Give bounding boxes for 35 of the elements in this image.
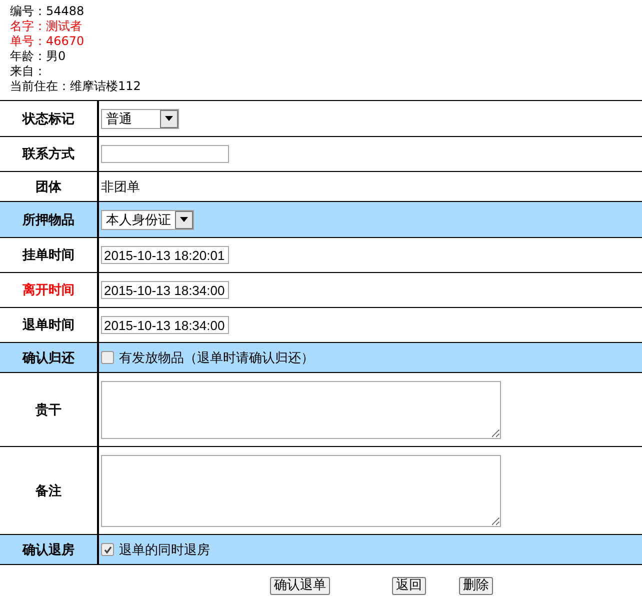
info-line: 当前住在：维摩诘楼112 [10,79,142,94]
caret-icon [160,110,178,128]
text-area[interactable] [101,454,501,526]
field-label: 团体 [36,178,62,196]
action-button[interactable]: 删除 [459,577,493,595]
info-line: 年龄：男0 [10,49,67,64]
field-label: 所押物品 [22,212,74,228]
field-label: 联系方式 [22,146,74,163]
field-label: 确认归还 [22,350,74,366]
info-line: 编号：54488 [10,4,86,19]
input-field[interactable]: 2015-10-13 18:34:00 [101,281,229,299]
field-label: 挂单时间 [22,247,74,264]
field-label: 备注 [36,482,62,500]
input-field[interactable]: 2015-10-13 18:34:00 [101,316,229,334]
info-line: 来自： [10,64,47,79]
field-label: 状态标记 [22,110,74,128]
field-value: 非团单 [101,178,140,196]
field-label: 离开时间 [22,282,74,299]
input-field[interactable] [101,145,229,163]
caret-icon [175,210,193,228]
checkbox[interactable] [101,351,114,364]
action-button[interactable]: 返回 [392,577,426,595]
checkbox-label: 有发放物品（退单时请确认归还） [119,350,314,366]
checkbox-label: 退单的同时退房 [119,542,210,558]
info-line: 单号：46670 [10,34,86,49]
checkbox[interactable] [101,543,114,556]
input-field[interactable]: 2015-10-13 18:20:01 [101,246,229,264]
dropdown[interactable]: 普通 [101,108,179,128]
info-line: 名字：测试者 [10,19,83,34]
field-label: 贵干 [36,402,62,418]
field-label: 退单时间 [22,316,74,334]
dropdown[interactable]: 本人身份证 [101,210,194,230]
text-area[interactable] [101,380,501,438]
action-button[interactable]: 确认退单 [270,577,330,595]
field-label: 确认退房 [22,542,74,558]
